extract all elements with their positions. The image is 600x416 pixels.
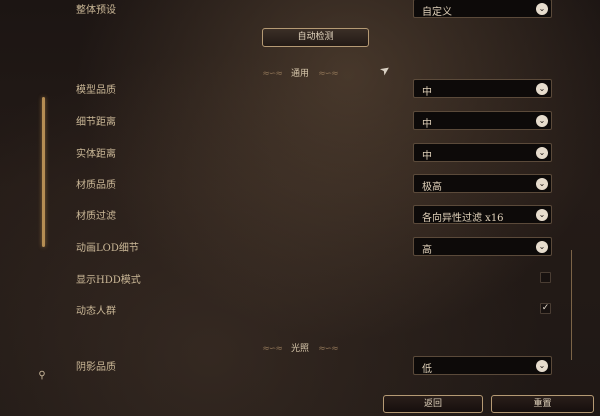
setting-row-model-quality: 模型品质 中 ⌄	[0, 78, 600, 100]
back-button[interactable]: 返回	[383, 395, 483, 413]
texture-filtering-dropdown[interactable]: 各向异性过滤 x16 ⌄	[413, 205, 552, 224]
setting-label: 阴影品质	[76, 362, 116, 373]
hdd-mode-checkbox[interactable]	[540, 272, 551, 283]
reset-button[interactable]: 重置	[491, 395, 594, 413]
preset-value: 自定义	[422, 7, 452, 18]
chevron-down-icon: ⌄	[536, 83, 548, 95]
chevron-down-icon: ⌄	[536, 115, 548, 127]
chevron-down-icon: ⌄	[536, 3, 548, 15]
setting-row-dynamic-crowds: 动态人群 ✓	[0, 299, 600, 321]
setting-value: 各向异性过滤 x16	[422, 213, 504, 224]
shadow-quality-dropdown[interactable]: 低 ⌄	[413, 356, 552, 375]
setting-label: 动态人群	[76, 306, 116, 317]
setting-value: 中	[422, 119, 432, 130]
ornament-left: ≈∽≈	[262, 344, 283, 354]
chevron-down-icon: ⌄	[536, 241, 548, 253]
setting-row-texture-filtering: 材质过滤 各向异性过滤 x16 ⌄	[0, 204, 600, 226]
section-lighting-header: ≈∽≈ 光照 ≈∽≈	[0, 336, 600, 354]
setting-label: 细节距离	[76, 117, 116, 128]
preset-row: 整体预设 自定义 ⌄	[0, 0, 600, 20]
setting-value: 中	[422, 87, 432, 98]
model-quality-dropdown[interactable]: 中 ⌄	[413, 79, 552, 98]
setting-label: 动画LOD细节	[76, 243, 139, 254]
footer-bar: 返回 重置	[0, 392, 600, 416]
right-decoration	[571, 250, 582, 360]
texture-quality-dropdown[interactable]: 极高 ⌄	[413, 174, 552, 193]
chevron-down-icon: ⌄	[536, 178, 548, 190]
preset-label: 整体预设	[76, 5, 116, 16]
section-lighting-title: 光照	[290, 344, 309, 354]
setting-value: 高	[422, 245, 432, 256]
chevron-down-icon: ⌄	[536, 209, 548, 221]
ornament-right: ≈∽≈	[318, 344, 339, 354]
setting-label: 模型品质	[76, 85, 116, 96]
setting-value: 低	[422, 364, 432, 375]
animation-lod-dropdown[interactable]: 高 ⌄	[413, 237, 552, 256]
setting-label: 材质品质	[76, 180, 116, 191]
controller-hint-icon: ⚲	[38, 370, 46, 381]
preset-dropdown[interactable]: 自定义 ⌄	[413, 0, 552, 18]
check-icon: ✓	[541, 303, 550, 313]
section-general-header: ≈∽≈ 通用 ≈∽≈	[0, 61, 600, 79]
entity-distance-dropdown[interactable]: 中 ⌄	[413, 143, 552, 162]
setting-label: 显示HDD模式	[76, 275, 141, 286]
detail-distance-dropdown[interactable]: 中 ⌄	[413, 111, 552, 130]
auto-detect-button[interactable]: 自动检测	[262, 28, 369, 47]
setting-label: 材质过滤	[76, 211, 116, 222]
setting-row-animation-lod: 动画LOD细节 高 ⌄	[0, 236, 600, 258]
setting-row-texture-quality: 材质品质 极高 ⌄	[0, 173, 600, 195]
setting-row-hdd-mode: 显示HDD模式	[0, 268, 600, 290]
setting-label: 实体距离	[76, 149, 116, 160]
setting-value: 中	[422, 151, 432, 162]
chevron-down-icon: ⌄	[536, 147, 548, 159]
dynamic-crowds-checkbox[interactable]: ✓	[540, 303, 551, 314]
setting-row-entity-distance: 实体距离 中 ⌄	[0, 142, 600, 164]
setting-row-detail-distance: 细节距离 中 ⌄	[0, 110, 600, 132]
setting-value: 极高	[422, 182, 442, 193]
setting-row-shadow-quality: 阴影品质 低 ⌄	[0, 355, 600, 377]
chevron-down-icon: ⌄	[536, 360, 548, 372]
